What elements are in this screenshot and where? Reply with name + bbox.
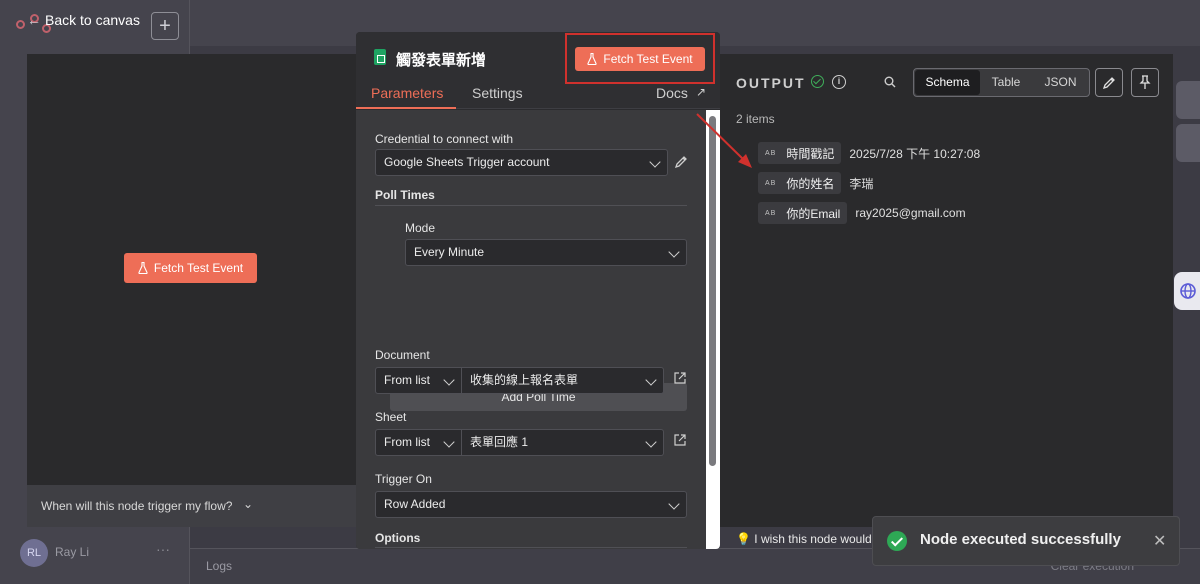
chevron-down-icon <box>443 436 455 448</box>
schema-field: AB 時間戳記 2025/7/28 下午 10:27:08 <box>758 142 980 164</box>
document-label: Document <box>375 348 430 362</box>
back-to-canvas-link[interactable]: Back to canvas <box>45 12 140 28</box>
string-type-icon: AB <box>765 149 777 157</box>
options-label: Options <box>375 531 421 545</box>
sheet-source-select[interactable]: From list <box>375 429 462 456</box>
chevron-down-icon <box>645 374 657 386</box>
string-type-icon: AB <box>765 179 777 187</box>
output-title: OUTPUT <box>736 75 806 91</box>
trigger-on-label: Trigger On <box>375 472 432 486</box>
google-sheets-icon <box>374 49 386 65</box>
edit-credential-icon[interactable] <box>673 154 689 170</box>
chevron-down-icon: ⌄ <box>243 497 254 511</box>
items-count: 2 items <box>736 112 775 126</box>
divider <box>375 547 687 548</box>
view-table-button[interactable]: Table <box>980 69 1032 96</box>
mode-label: Mode <box>405 221 436 235</box>
field-value: ray2025@gmail.com <box>855 206 966 220</box>
close-icon[interactable]: ✕ <box>1153 531 1166 551</box>
string-type-icon: AB <box>765 209 777 217</box>
chevron-down-icon <box>668 498 680 510</box>
field-name: 時間戳記 <box>786 146 835 161</box>
open-sheet-icon[interactable] <box>673 433 687 447</box>
external-link-icon: ↗ <box>696 85 707 99</box>
toast-message: Node executed successfully <box>920 531 1121 548</box>
parameters-form: Credential to connect with Google Sheets… <box>356 110 706 549</box>
open-document-icon[interactable] <box>673 371 687 385</box>
view-toggle: Schema Table JSON <box>913 68 1090 97</box>
success-toast: Node executed successfully ✕ <box>872 516 1180 566</box>
output-panel: OUTPUT i Schema Table JSON 2 items AB 時間戳… <box>720 54 1173 527</box>
field-value: 李瑞 <box>849 176 874 191</box>
chevron-down-icon <box>645 436 657 448</box>
flask-icon <box>138 262 148 274</box>
field-name: 你的Email <box>786 206 841 221</box>
document-value: 收集的線上報名表單 <box>470 373 579 387</box>
document-select[interactable]: 收集的線上報名表單 <box>462 367 664 394</box>
divider <box>375 205 687 206</box>
chevron-down-icon <box>649 156 661 168</box>
view-schema-button[interactable]: Schema <box>915 70 980 95</box>
mode-value: Every Minute <box>414 245 485 259</box>
field-name-chip[interactable]: AB 你的姓名 <box>758 172 842 194</box>
search-icon[interactable] <box>883 75 897 89</box>
active-tab-indicator <box>356 107 456 109</box>
fetch-test-event-label: Fetch Test Event <box>153 261 244 275</box>
info-icon[interactable]: i <box>832 75 846 89</box>
sheet-value: 表單回應 1 <box>470 435 529 449</box>
trigger-hint-footer[interactable]: When will this node trigger my flow? ⌄ <box>27 485 356 527</box>
credential-select[interactable]: Google Sheets Trigger account <box>375 149 668 176</box>
side-button[interactable] <box>1176 81 1200 119</box>
credential-value: Google Sheets Trigger account <box>384 155 550 169</box>
side-button[interactable] <box>1176 124 1200 162</box>
feedback-hint[interactable]: 💡 I wish this node would <box>736 532 872 546</box>
node-parameters-panel: 觸發表單新增 Fetch Test Event Parameters Setti… <box>356 32 720 549</box>
globe-icon[interactable] <box>1174 272 1200 310</box>
trigger-on-select[interactable]: Row Added <box>375 491 687 518</box>
fetch-test-event-button[interactable]: Fetch Test Event <box>124 253 257 283</box>
tab-parameters[interactable]: Parameters <box>371 85 443 101</box>
tab-settings[interactable]: Settings <box>472 85 523 101</box>
field-name: 你的姓名 <box>786 176 835 191</box>
chevron-down-icon <box>668 246 680 258</box>
field-name-chip[interactable]: AB 時間戳記 <box>758 142 842 164</box>
pencil-icon <box>1102 77 1115 90</box>
input-pane: Fetch Test Event When will this node tri… <box>27 54 356 527</box>
more-icon[interactable]: ··· <box>156 541 170 557</box>
chevron-down-icon <box>443 374 455 386</box>
document-source-value: From list <box>384 373 430 387</box>
edit-output-button[interactable] <box>1095 68 1123 97</box>
logs-label[interactable]: Logs <box>206 559 232 573</box>
success-check-icon <box>811 75 824 88</box>
pin-icon <box>1139 75 1151 89</box>
poll-times-label: Poll Times <box>375 188 435 202</box>
field-value: 2025/7/28 下午 10:27:08 <box>849 146 981 161</box>
trigger-hint-text: When will this node trigger my flow? <box>41 499 233 513</box>
add-button[interactable]: + <box>151 12 179 40</box>
scrollbar-thumb[interactable] <box>709 116 716 466</box>
field-name-chip[interactable]: AB 你的Email <box>758 202 848 224</box>
back-arrow-icon: ← <box>27 12 41 28</box>
mode-select[interactable]: Every Minute <box>405 239 687 266</box>
trigger-on-value: Row Added <box>384 497 446 511</box>
schema-field: AB 你的Email ray2025@gmail.com <box>758 202 966 224</box>
node-title[interactable]: 觸發表單新增 <box>396 49 486 70</box>
user-name: Ray Li <box>55 545 90 559</box>
sheet-source-value: From list <box>384 435 430 449</box>
schema-field: AB 你的姓名 李瑞 <box>758 172 873 194</box>
docs-link[interactable]: Docs <box>656 85 688 101</box>
feedback-hint-text: I wish this node would <box>754 532 872 546</box>
view-json-button[interactable]: JSON <box>1032 69 1089 96</box>
highlight-box <box>565 33 715 84</box>
sheet-label: Sheet <box>375 410 407 424</box>
avatar[interactable]: RL <box>20 539 48 567</box>
credential-label: Credential to connect with <box>375 132 514 146</box>
document-source-select[interactable]: From list <box>375 367 462 394</box>
pin-data-button[interactable] <box>1131 68 1159 97</box>
sheet-select[interactable]: 表單回應 1 <box>462 429 664 456</box>
success-check-icon <box>887 531 907 551</box>
